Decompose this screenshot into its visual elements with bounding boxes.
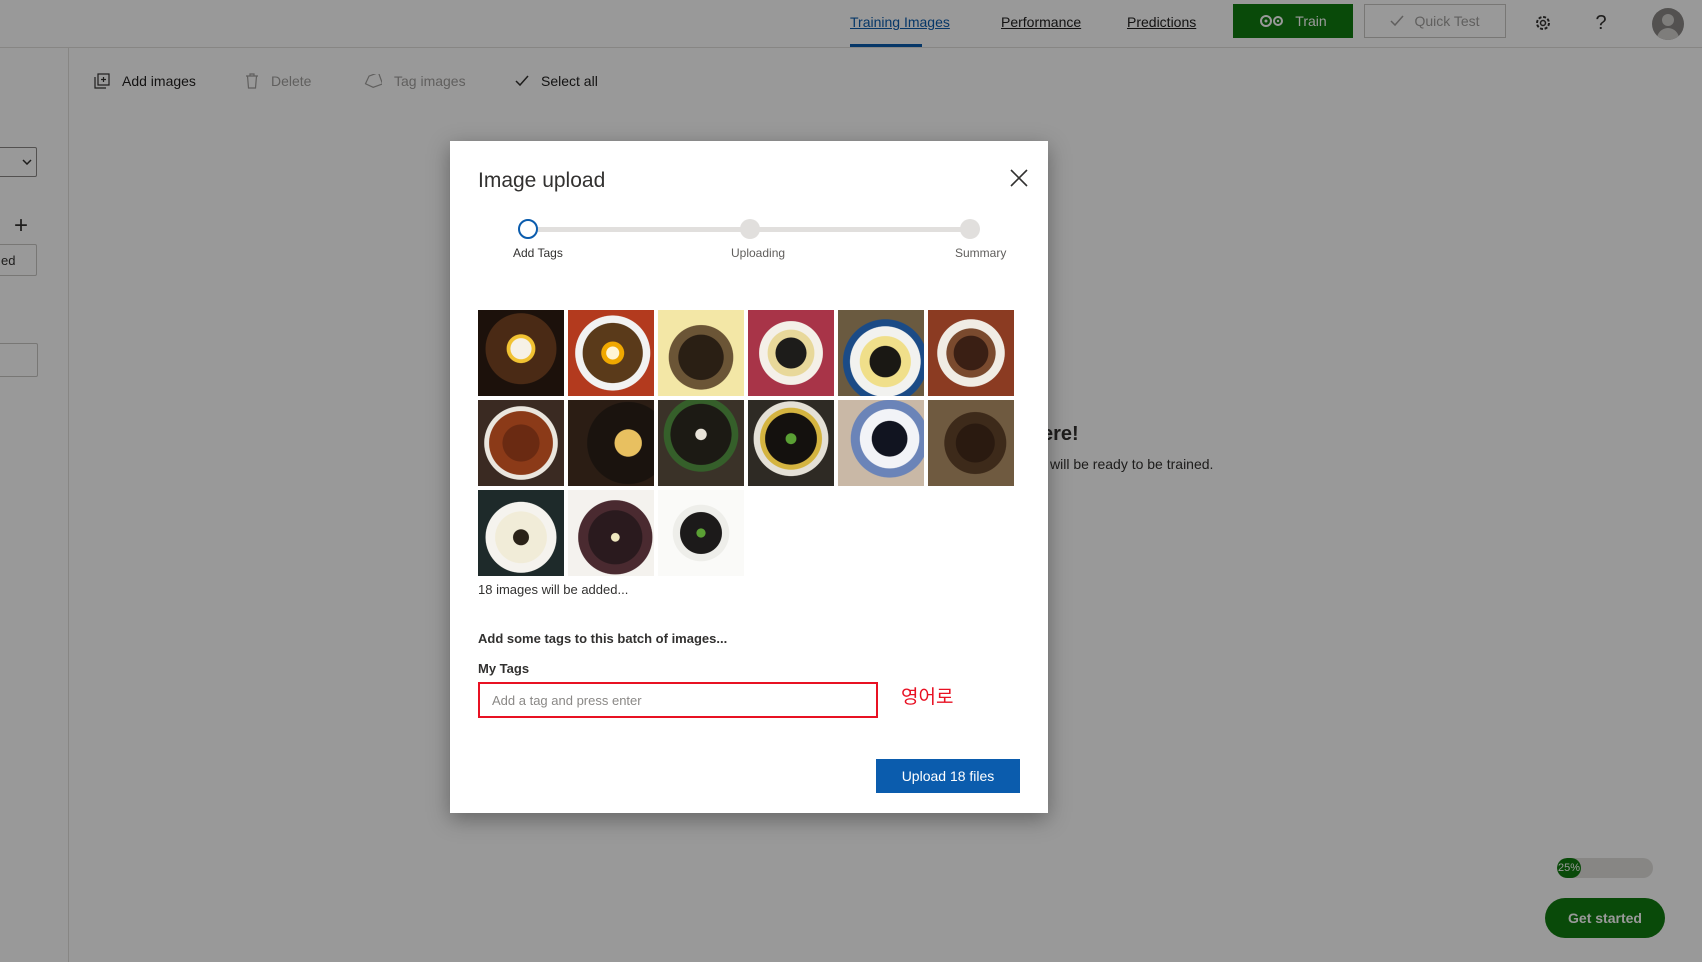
image-thumbnail: [478, 490, 564, 576]
image-thumbnail: [568, 400, 654, 486]
image-thumbnail: [928, 310, 1014, 396]
image-thumbnail: [838, 310, 924, 396]
image-thumbnail: [838, 400, 924, 486]
image-count-text: 18 images will be added...: [478, 582, 629, 597]
image-thumbnail: [658, 490, 744, 576]
step-add-tags-label: Add Tags: [513, 246, 563, 260]
step-uploading-dot: [740, 219, 760, 239]
my-tags-label: My Tags: [478, 661, 530, 676]
tag-input[interactable]: [478, 682, 878, 718]
image-thumbnail: [568, 310, 654, 396]
step-add-tags-dot: [518, 219, 538, 239]
image-thumbnail: [748, 400, 834, 486]
image-thumbnail: [568, 490, 654, 576]
batch-tags-heading: Add some tags to this batch of images...: [478, 631, 728, 646]
thumbnail-grid: [478, 310, 1018, 576]
upload-files-button[interactable]: Upload 18 files: [876, 759, 1020, 793]
image-thumbnail: [478, 310, 564, 396]
step-summary-label: Summary: [955, 246, 1007, 260]
step-uploading-label: Uploading: [731, 246, 786, 260]
annotation-note: 영어로: [901, 686, 954, 708]
image-thumbnail: [748, 310, 834, 396]
image-thumbnail: [658, 400, 744, 486]
step-summary-dot: [960, 219, 980, 239]
image-thumbnail: [928, 400, 1014, 486]
dialog-title: Image upload: [478, 169, 606, 192]
image-upload-dialog: Image upload Add Tags Uploading Summary …: [450, 141, 1048, 813]
image-thumbnail: [478, 400, 564, 486]
image-thumbnail: [658, 310, 744, 396]
close-icon[interactable]: [1007, 167, 1031, 191]
